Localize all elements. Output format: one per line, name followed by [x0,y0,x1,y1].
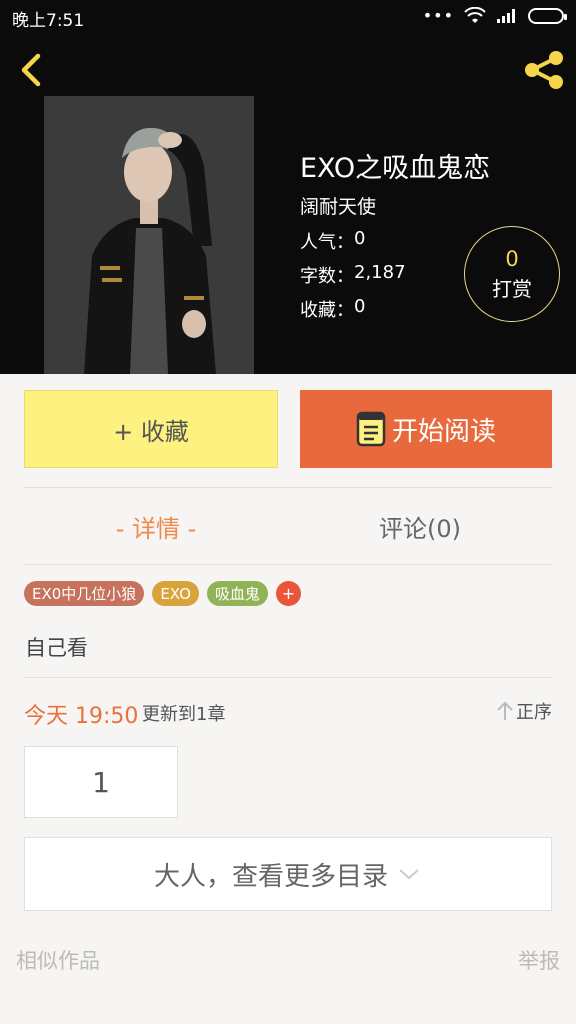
word-count-value: 2,187 [354,262,406,283]
book-description: 自己看 [25,636,88,660]
share-icon [525,51,563,89]
tag-item[interactable]: EXO [152,581,199,606]
tag-list: EX0中几位小狼 EXO 吸血鬼 + [24,581,301,606]
more-catalog-label: 大人，查看更多目录 [153,861,388,892]
tag-item[interactable]: 吸血鬼 [206,581,268,606]
chapter-number: 1 [92,765,110,799]
favorites-stat: 收藏： 0 [300,296,365,322]
add-tag-button[interactable]: + [275,581,301,606]
tab-details[interactable]: - 详情 - [24,488,288,564]
more-catalog-button[interactable]: 大人，查看更多目录 [24,837,552,911]
chevron-left-icon [21,53,41,87]
tip-label: 打赏 [492,276,532,301]
tab-comments[interactable]: 评论(0) [288,488,552,564]
status-time: 晚上7:51 [12,11,85,31]
add-favorite-button[interactable]: + 收藏 [24,390,278,468]
tip-count: 0 [505,246,519,271]
arrow-up-icon [497,701,513,720]
sort-order-button[interactable]: 正序 [494,698,552,724]
notification-dots-icon: ••• [422,6,454,25]
cover-portrait-illustration [44,96,254,374]
report-button[interactable]: 举报 [518,945,560,975]
add-favorite-label: + 收藏 [113,417,189,446]
book-cover-image[interactable] [44,96,254,374]
tag-item[interactable]: EX0中几位小狼 [24,581,145,606]
start-reading-button[interactable]: 开始阅读 [300,390,552,468]
book-icon [356,411,386,447]
book-title: EXO之吸血鬼恋 [300,153,491,184]
favorites-label: 收藏： [300,300,354,321]
popularity-label: 人气： [300,232,354,253]
tip-button[interactable]: 0 打赏 [464,226,560,322]
share-button[interactable] [520,46,568,94]
book-header: 晚上7:51 ••• EXO之吸血鬼恋 阔耐天使 人气： 0 字数： 2,187… [0,0,576,374]
divider [24,564,552,565]
word-count-label: 字数： [300,266,354,287]
update-time: 今天 19:50 [24,704,139,729]
word-count-stat: 字数： 2,187 [300,262,406,288]
tab-comments-label: 评论(0) [379,514,461,543]
back-button[interactable] [10,48,54,92]
status-icons: ••• [422,6,567,25]
status-bar: 晚上7:51 ••• [0,0,576,34]
signal-icon [497,8,515,23]
battery-icon [528,7,567,24]
book-author[interactable]: 阔耐天使 [300,192,376,219]
divider [24,677,552,678]
similar-works-heading: 相似作品 [16,949,100,973]
sort-order-label: 正序 [516,702,552,723]
popularity-stat: 人气： 0 [300,228,365,254]
chapter-item[interactable]: 1 [24,746,178,818]
favorites-value: 0 [354,296,366,317]
chevron-down-icon [399,869,419,880]
wifi-icon [464,6,486,23]
popularity-value: 0 [354,228,366,249]
start-reading-label: 开始阅读 [391,416,496,447]
tab-details-label: - 详情 - [115,514,197,543]
update-status: 更新到1章 [142,704,226,725]
